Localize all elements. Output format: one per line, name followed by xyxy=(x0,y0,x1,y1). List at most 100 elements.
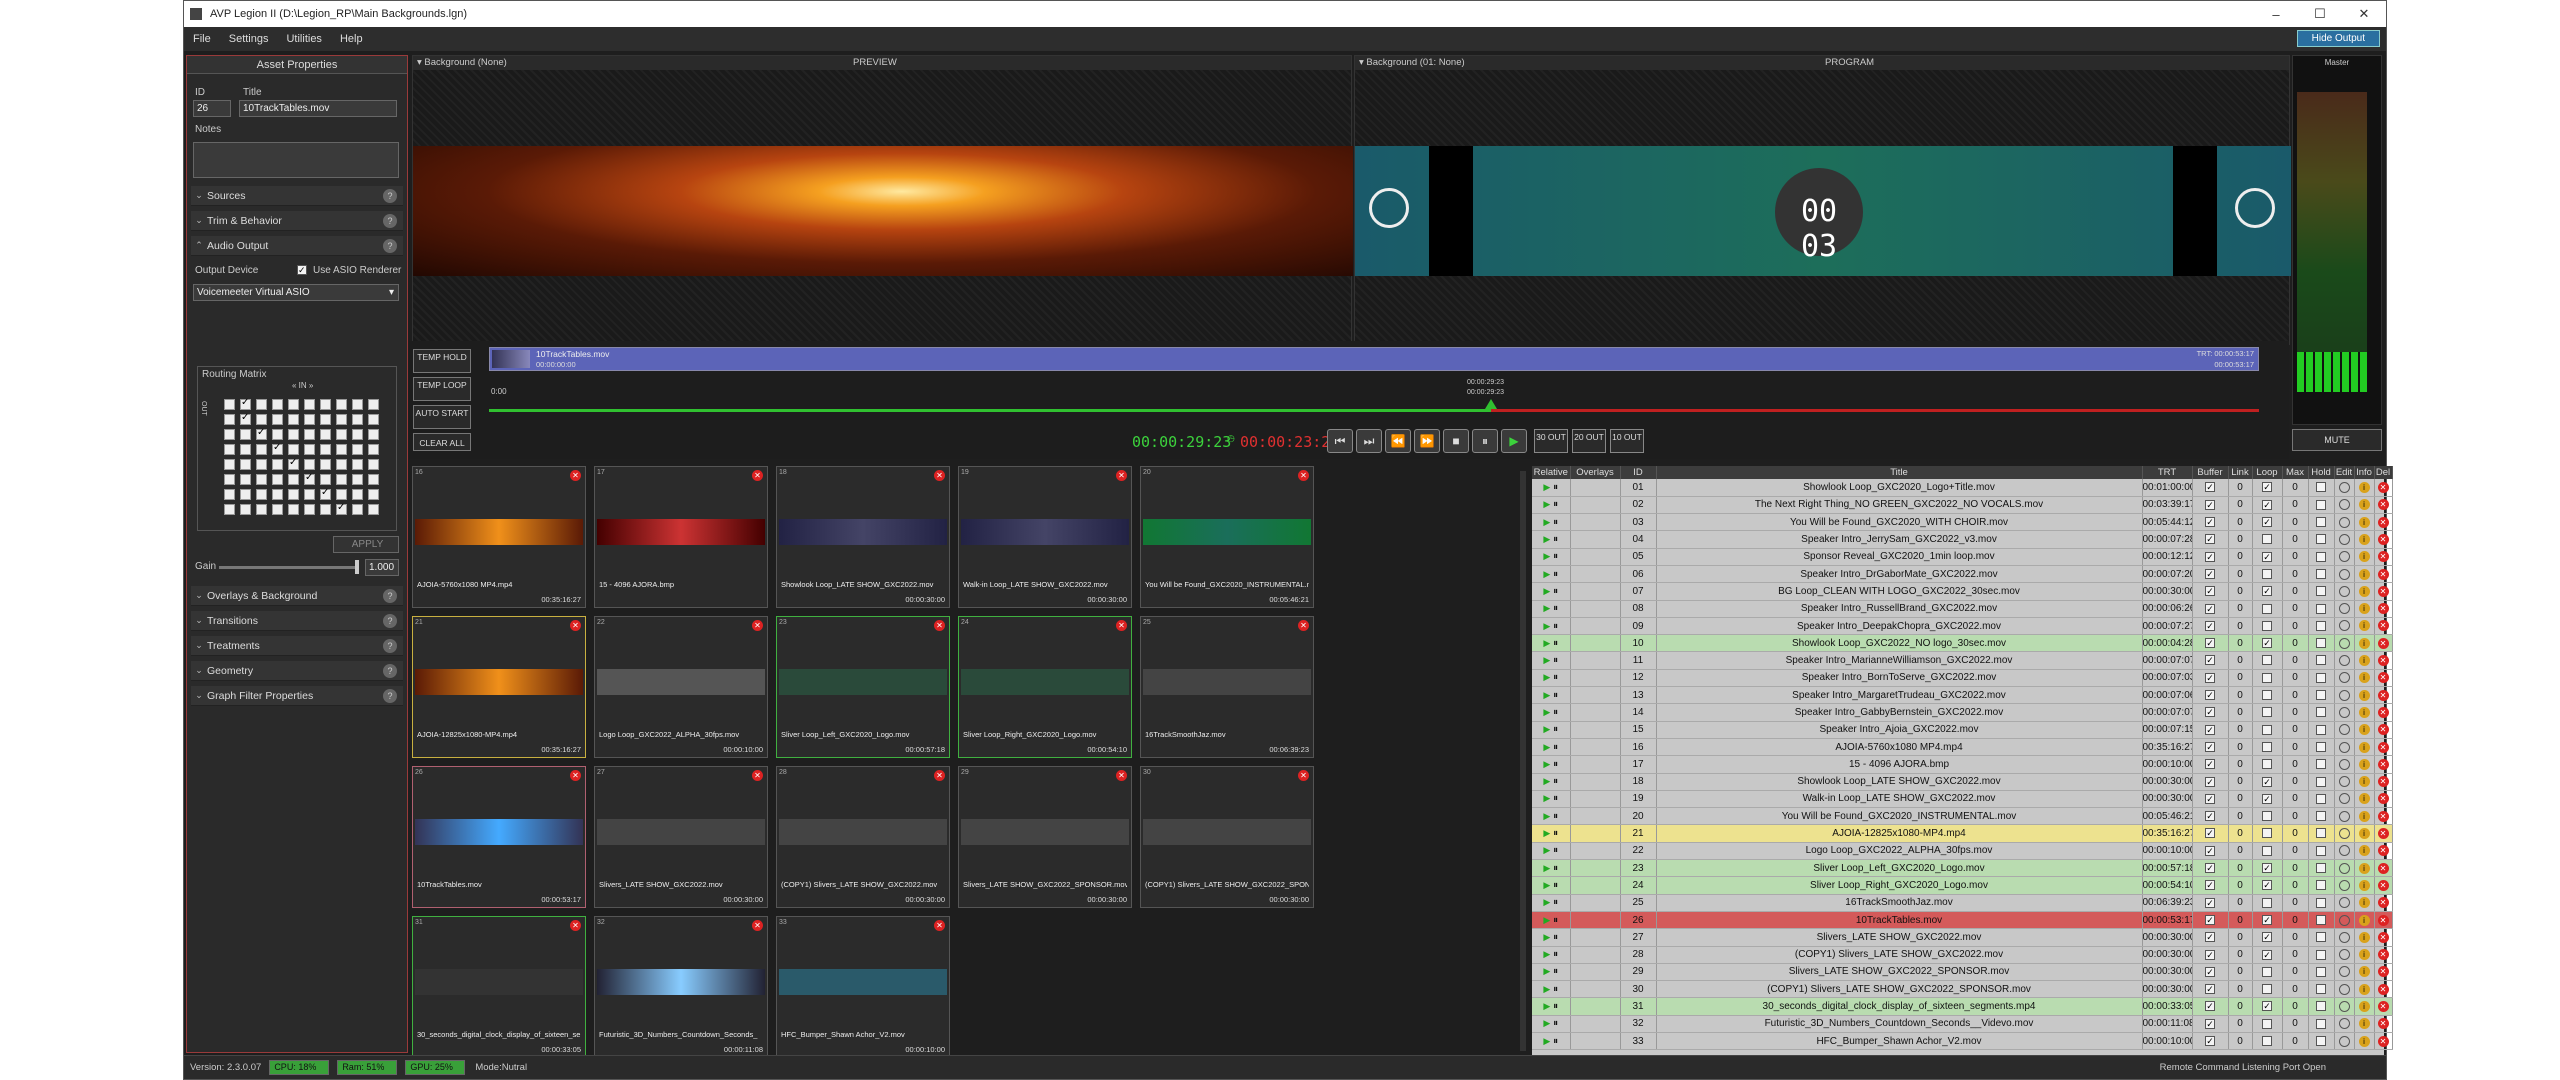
overlays-cell[interactable] xyxy=(1570,755,1621,774)
buffer-checkbox[interactable]: ✓ xyxy=(2205,1036,2215,1046)
routing-cell[interactable] xyxy=(304,429,315,440)
overlays-cell[interactable] xyxy=(1570,565,1621,584)
row-controls[interactable]: ▶ ⏸ xyxy=(1532,824,1571,843)
playlist-row[interactable]: ▶ ⏸ 23 Sliver Loop_Left_GXC2020_Logo.mov 00… xyxy=(1532,859,2393,878)
overlays-cell[interactable] xyxy=(1570,582,1621,601)
delete-icon[interactable]: ✕ xyxy=(2377,914,2389,926)
loop-checkbox[interactable]: ✓ xyxy=(2262,586,2272,597)
overlays-cell[interactable] xyxy=(1570,790,1621,809)
max-value[interactable]: 0 xyxy=(2292,655,2298,666)
routing-cell[interactable] xyxy=(336,399,347,410)
overlays-cell[interactable] xyxy=(1570,496,1621,515)
hold-checkbox[interactable] xyxy=(2316,880,2326,891)
delete-icon[interactable]: ✕ xyxy=(2377,533,2389,545)
buffer-checkbox[interactable]: ✓ xyxy=(2205,517,2215,528)
routing-cell[interactable] xyxy=(320,474,331,485)
info-icon[interactable]: i xyxy=(2358,481,2370,493)
delete-icon[interactable]: ✕ xyxy=(2377,551,2389,563)
buffer-checkbox[interactable]: ✓ xyxy=(2205,793,2215,804)
delete-icon[interactable]: ✕ xyxy=(934,620,945,631)
column-header[interactable]: Buffer xyxy=(2192,466,2229,479)
pause-icon[interactable]: ⏸ xyxy=(1472,429,1498,453)
routing-cell[interactable] xyxy=(288,489,299,500)
routing-cell[interactable] xyxy=(320,504,331,515)
pause-icon[interactable]: ⏸ xyxy=(1553,793,1558,804)
loop-checkbox[interactable] xyxy=(2262,655,2272,666)
hold-checkbox[interactable] xyxy=(2316,984,2326,995)
hold-checkbox[interactable] xyxy=(2316,724,2326,735)
max-value[interactable]: 0 xyxy=(2292,707,2298,718)
info-icon[interactable]: i xyxy=(2358,585,2370,597)
help-icon[interactable]: ? xyxy=(383,614,397,628)
info-icon[interactable]: i xyxy=(2358,689,2370,701)
info-icon[interactable]: i xyxy=(2358,845,2370,857)
column-header[interactable]: TRT xyxy=(2142,466,2193,479)
routing-cell[interactable] xyxy=(224,399,235,410)
loop-checkbox[interactable] xyxy=(2262,603,2272,614)
edit-icon[interactable] xyxy=(2338,706,2350,718)
row-controls[interactable]: ▶ ⏸ xyxy=(1532,755,1571,774)
edit-icon[interactable] xyxy=(2338,949,2350,961)
pause-icon[interactable]: ⏸ xyxy=(1553,776,1558,787)
notes-field[interactable] xyxy=(193,142,399,178)
pause-icon[interactable]: ⏸ xyxy=(1553,534,1558,545)
max-value[interactable]: 0 xyxy=(2292,586,2298,597)
asset-tile[interactable]: 24 ✕ Sliver Loop_Right_GXC2020_Logo.mov 00:… xyxy=(958,616,1132,758)
edit-icon[interactable] xyxy=(2338,603,2350,615)
max-value[interactable]: 0 xyxy=(2292,499,2298,510)
delete-icon[interactable]: ✕ xyxy=(2377,931,2389,943)
delete-icon[interactable]: ✕ xyxy=(2377,585,2389,597)
section-sources[interactable]: ⌄ Sources? xyxy=(191,186,403,206)
hold-checkbox[interactable] xyxy=(2316,499,2326,510)
routing-cell[interactable] xyxy=(224,444,235,455)
overlays-cell[interactable] xyxy=(1570,703,1621,722)
row-controls[interactable]: ▶ ⏸ xyxy=(1532,738,1571,757)
buffer-checkbox[interactable]: ✓ xyxy=(2205,741,2215,752)
routing-cell[interactable] xyxy=(288,414,299,425)
routing-cell[interactable] xyxy=(336,414,347,425)
play-icon[interactable]: ▶ xyxy=(1543,517,1550,527)
row-controls[interactable]: ▶ ⏸ xyxy=(1532,548,1571,566)
max-value[interactable]: 0 xyxy=(2292,828,2298,839)
delete-icon[interactable]: ✕ xyxy=(2377,1035,2389,1047)
asset-tile[interactable]: 26 ✕ 10TrackTables.mov 00:00:53:17 xyxy=(412,766,586,908)
asset-tile[interactable]: 29 ✕ Slivers_LATE SHOW_GXC2022_SPONSOR.mov… xyxy=(958,766,1132,908)
hold-checkbox[interactable] xyxy=(2316,1001,2326,1012)
delete-icon[interactable]: ✕ xyxy=(2377,481,2389,493)
loop-checkbox[interactable] xyxy=(2262,811,2272,822)
hold-checkbox[interactable] xyxy=(2316,638,2326,649)
play-icon[interactable]: ▶ xyxy=(1543,915,1550,925)
hold-checkbox[interactable] xyxy=(2316,845,2326,856)
clear-all-button[interactable]: CLEAR ALL xyxy=(413,433,471,451)
delete-icon[interactable]: ✕ xyxy=(934,920,945,931)
row-controls[interactable]: ▶ ⏸ xyxy=(1532,617,1571,636)
link-stepper[interactable]: 0 xyxy=(2237,603,2243,614)
loop-checkbox[interactable]: ✓ xyxy=(2262,949,2272,960)
section-audio-output[interactable]: ⌃ Audio Output? xyxy=(191,236,403,256)
link-stepper[interactable]: 0 xyxy=(2237,742,2243,753)
delete-icon[interactable]: ✕ xyxy=(2377,810,2389,822)
playhead-marker[interactable] xyxy=(1485,399,1497,409)
row-controls[interactable]: ▶ ⏸ xyxy=(1532,565,1571,584)
info-icon[interactable]: i xyxy=(2358,741,2370,753)
max-value[interactable]: 0 xyxy=(2292,897,2298,908)
loop-checkbox[interactable] xyxy=(2262,724,2272,735)
routing-cell[interactable] xyxy=(240,459,251,470)
play-icon[interactable]: ▶ xyxy=(1543,1001,1550,1011)
loop-checkbox[interactable] xyxy=(2262,568,2272,579)
timeline-progress[interactable] xyxy=(489,409,1491,412)
delete-icon[interactable]: ✕ xyxy=(2377,793,2389,805)
edit-icon[interactable] xyxy=(2338,533,2350,545)
edit-icon[interactable] xyxy=(2338,810,2350,822)
pause-icon[interactable]: ⏸ xyxy=(1553,966,1558,977)
info-icon[interactable]: i xyxy=(2358,1018,2370,1030)
loop-checkbox[interactable]: ✓ xyxy=(2262,880,2272,891)
max-value[interactable]: 0 xyxy=(2292,482,2298,493)
buffer-checkbox[interactable]: ✓ xyxy=(2205,1001,2215,1012)
row-controls[interactable]: ▶ ⏸ xyxy=(1532,773,1571,791)
row-controls[interactable]: ▶ ⏸ xyxy=(1532,790,1571,809)
asset-tile[interactable]: 17 ✕ 15 - 4096 AJORA.bmp xyxy=(594,466,768,608)
playlist-row[interactable]: ▶ ⏸ 07 BG Loop_CLEAN WITH LOGO_GXC2022_30s… xyxy=(1532,582,2393,601)
maximize-button[interactable]: ☐ xyxy=(2298,1,2342,27)
pause-icon[interactable]: ⏸ xyxy=(1553,880,1558,891)
